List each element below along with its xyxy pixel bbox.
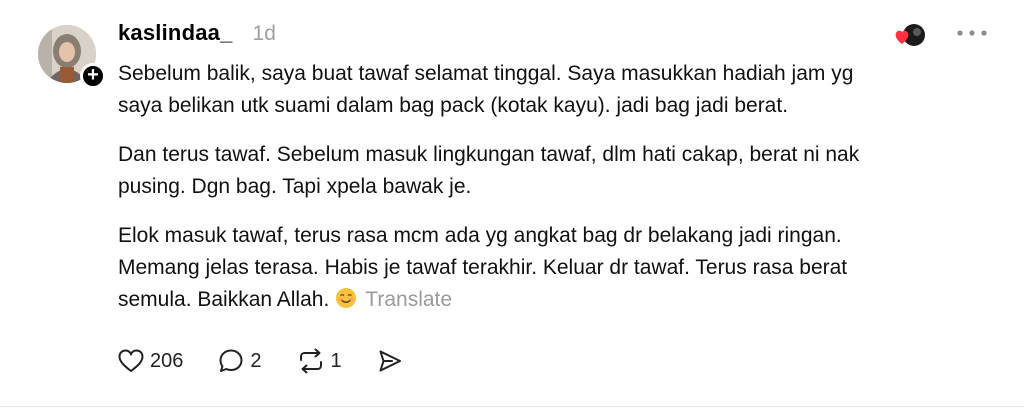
smiling-face-icon [336, 288, 357, 308]
repost-button[interactable]: 1 [296, 347, 342, 375]
post-paragraph-1: Sebelum balik, saya buat tawaf selamat t… [118, 62, 854, 117]
share-button[interactable] [376, 347, 404, 375]
repost-count: 1 [330, 349, 342, 372]
translate-link[interactable]: Translate [365, 288, 452, 311]
post-time: 1d [252, 22, 276, 45]
post-actions: 206 2 1 [117, 345, 438, 377]
like-button[interactable]: 206 [117, 347, 183, 375]
post-paragraph-2: Dan terus tawaf. Sebelum masuk lingkunga… [118, 143, 860, 198]
more-options-icon[interactable] [955, 23, 989, 43]
username[interactable]: kaslindaa_ [118, 20, 233, 46]
comment-icon [219, 349, 243, 372]
comment-button[interactable]: 2 [217, 347, 262, 375]
like-count: 206 [150, 349, 184, 372]
author-avatar-group[interactable]: + [38, 25, 106, 89]
thread-post: + kaslindaa_ 1d Sebelum balik, saya buat… [0, 0, 1024, 410]
send-icon [379, 350, 401, 372]
heart-icon [118, 349, 144, 373]
post-paragraph-3: Elok masuk tawaf, terus rasa mcm ada yg … [118, 220, 998, 316]
comment-count: 2 [250, 349, 262, 372]
liked-by-avatar-icon[interactable] [893, 21, 929, 49]
follow-plus-icon[interactable]: + [80, 63, 106, 89]
post-header: kaslindaa_ 1d [118, 20, 276, 48]
post-paragraph-3-text: Elok masuk tawaf, terus rasa mcm ada yg … [118, 224, 848, 311]
repost-icon [299, 348, 322, 374]
post-divider [0, 406, 1024, 407]
post-body: Sebelum balik, saya buat tawaf selamat t… [118, 58, 998, 333]
